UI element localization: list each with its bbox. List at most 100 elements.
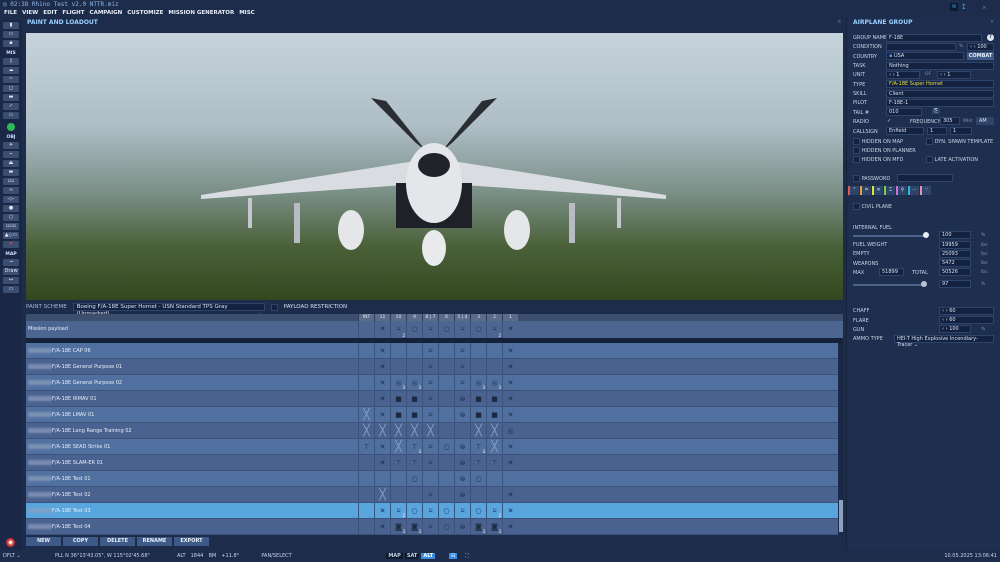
- tool-check-icon[interactable]: ✓: [3, 103, 19, 110]
- tool-waypoint-icon[interactable]: -◇-: [3, 196, 19, 203]
- tool-shapes-icon[interactable]: ▲◇▭: [3, 232, 19, 239]
- pylon-cell[interactable]: ⌑: [422, 455, 438, 470]
- tool-coalition-icon[interactable]: ▭: [3, 112, 19, 119]
- export-button[interactable]: EXPORT: [174, 537, 209, 546]
- pylon-cell[interactable]: [390, 343, 406, 358]
- pylon-cell[interactable]: ■: [486, 407, 502, 422]
- group-tab-icon[interactable]: ⌗: [860, 186, 871, 195]
- hidden-on-mfd-checkbox[interactable]: [853, 156, 860, 163]
- pylon-cell[interactable]: [486, 359, 502, 374]
- pylon-cell[interactable]: ⌑ 2: [486, 503, 502, 518]
- pylon-cell[interactable]: ✕: [374, 359, 390, 374]
- pylon-cell[interactable]: ⌑ 2: [486, 321, 502, 338]
- pylon-cell[interactable]: [358, 375, 374, 390]
- pylon-cell[interactable]: ✕: [374, 503, 390, 518]
- menu-campaign[interactable]: CAMPAIGN: [90, 9, 123, 18]
- tool-static-icon[interactable]: ∞: [3, 187, 19, 194]
- pylon-cell[interactable]: ■: [470, 407, 486, 422]
- type-select[interactable]: F/A-18E Super Hornet: [886, 80, 994, 88]
- pylon-cell[interactable]: ⊤: [358, 439, 374, 454]
- tool-ruler-icon[interactable]: ↔: [3, 277, 19, 284]
- pylon-cell[interactable]: ○: [438, 321, 454, 338]
- pylon-cell[interactable]: ╳: [358, 407, 374, 422]
- tool-delete-icon[interactable]: ✕: [3, 241, 19, 248]
- pylon-cell[interactable]: ⊜: [454, 519, 470, 534]
- pylon-cell[interactable]: ⌑: [422, 375, 438, 390]
- group-panel-close-icon[interactable]: ×: [990, 19, 994, 25]
- pylon-cell[interactable]: [454, 423, 470, 438]
- hidden-on-map-checkbox[interactable]: [853, 138, 860, 145]
- pylon-cell[interactable]: ⊜: [454, 407, 470, 422]
- unit-stepper[interactable]: ‹ › 1: [886, 71, 920, 79]
- pylon-cell[interactable]: ◙ 3: [486, 519, 502, 534]
- pylon-cell[interactable]: ✕: [374, 439, 390, 454]
- coalition-button[interactable]: COMBAT: [967, 52, 994, 60]
- pylon-cell[interactable]: ⌑: [422, 519, 438, 534]
- ammo-type-select[interactable]: HEI-T High Explosive Incendiary-Tracer ⌄: [894, 335, 994, 348]
- alt-map-button[interactable]: ALT: [421, 553, 435, 559]
- menu-flight[interactable]: FLIGHT: [62, 9, 84, 18]
- menu-misc[interactable]: MISC: [239, 9, 255, 18]
- pylon-cell[interactable]: ⊜: [454, 439, 470, 454]
- tool-folder-icon[interactable]: ▭: [3, 31, 19, 38]
- tool-circle-icon[interactable]: ○: [3, 214, 19, 221]
- pylon-cell[interactable]: [422, 471, 438, 486]
- pylon-cell[interactable]: [438, 487, 454, 502]
- menu-view[interactable]: VIEW: [22, 9, 38, 18]
- pylon-cell[interactable]: ○: [438, 439, 454, 454]
- pylon-cell[interactable]: ○: [406, 471, 422, 486]
- pylon-cell[interactable]: [438, 407, 454, 422]
- pylon-cell[interactable]: ⊤ 3: [470, 439, 486, 454]
- pylon-cell[interactable]: [358, 391, 374, 406]
- pylon-cell[interactable]: ◎: [502, 423, 518, 438]
- unit-count-stepper[interactable]: ‹ › 1: [937, 71, 971, 79]
- pylon-cell[interactable]: [358, 343, 374, 358]
- pylon-cell[interactable]: ✕: [502, 503, 518, 518]
- payload-row[interactable]: F/A-18E LMAV 01 ╳ ✕ ■ ■ ⌑ ⊜ ■ ■ ✕: [26, 407, 838, 423]
- pylon-cell[interactable]: ✕: [374, 455, 390, 470]
- tool-draw-button[interactable]: Draw: [3, 268, 19, 275]
- tool-trigger-icon[interactable]: ◻: [3, 85, 19, 92]
- pylon-cell[interactable]: ⌑ 2: [390, 503, 406, 518]
- tool-vehicle-icon[interactable]: ▬: [3, 169, 19, 176]
- pylon-cell[interactable]: ⌑: [454, 343, 470, 358]
- pylon-cell[interactable]: ╳: [486, 439, 502, 454]
- pylon-cell[interactable]: ◎ 3: [486, 375, 502, 390]
- pylon-cell[interactable]: [406, 487, 422, 502]
- pylon-cell[interactable]: ✕: [374, 321, 390, 338]
- group-tab-icon[interactable]: ✕: [872, 186, 883, 195]
- pylon-cell[interactable]: [438, 471, 454, 486]
- tool-plane-icon[interactable]: ✈: [3, 142, 19, 149]
- pylon-cell[interactable]: ○: [406, 503, 422, 518]
- menu-customize[interactable]: CUSTOMIZE: [127, 9, 163, 18]
- pylon-cell[interactable]: ⌑: [422, 321, 438, 338]
- pylon-cell[interactable]: ◎ 3: [406, 375, 422, 390]
- payload-row[interactable]: F/A-18E SLAM-ER 01 ✕ ⊤ ⊤ ⌑ ⊜ ⊤ ⊤ ✕: [26, 455, 838, 471]
- pylon-cell[interactable]: ⌑: [454, 321, 470, 338]
- aircraft-3d-preview[interactable]: [26, 33, 843, 300]
- tool-rules-icon[interactable]: ▬: [3, 94, 19, 101]
- paint-scheme-select[interactable]: Boeing F/A-18E Super Hornet - USN Standa…: [72, 303, 265, 317]
- tool-template-icon[interactable]: ▫▫▫: [3, 223, 19, 230]
- total-weight-slider[interactable]: [853, 284, 926, 286]
- pylon-cell[interactable]: ⊤: [406, 455, 422, 470]
- modulation-select[interactable]: AM: [976, 117, 994, 125]
- group-tab-icon[interactable]: ⌃: [848, 186, 859, 195]
- pylon-cell[interactable]: ✕: [502, 439, 518, 454]
- pylon-cell[interactable]: ◙ 3: [470, 519, 486, 534]
- globe-icon[interactable]: [7, 123, 15, 131]
- tool-frame-icon[interactable]: ▭: [3, 286, 19, 293]
- mission-payload-row[interactable]: Mission payload ✕ ⌑ 2 ○ ⌑ ○ ⌑ ○ ⌑ 2 ✕: [26, 321, 843, 338]
- group-name-input[interactable]: F-18E: [886, 34, 982, 42]
- pylon-cell[interactable]: ○: [438, 519, 454, 534]
- tool-route-icon[interactable]: ~: [3, 76, 19, 83]
- dyn-spawn-checkbox[interactable]: [926, 138, 933, 145]
- pylon-cell[interactable]: ⌑: [422, 359, 438, 374]
- tail-input[interactable]: 010: [886, 108, 922, 116]
- info-icon[interactable]: ⵊ: [962, 3, 966, 11]
- help-button[interactable]: ?: [987, 34, 994, 41]
- payload-row[interactable]: F/A-18E Test 04 ✕ ◙ 3 ◙ 3 ⌑ ○ ⊜ ◙ 3 ◙ 3 ✕: [26, 519, 838, 535]
- pylon-cell[interactable]: ○: [470, 503, 486, 518]
- pylon-cell[interactable]: [358, 519, 374, 534]
- group-tab-icon[interactable]: ⚲: [896, 186, 907, 195]
